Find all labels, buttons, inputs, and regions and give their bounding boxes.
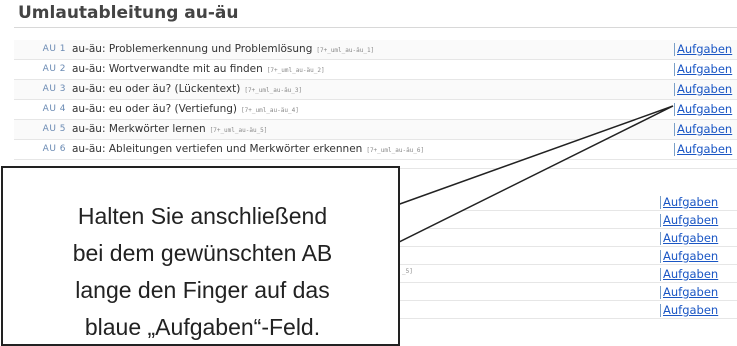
row-tag: [7+_uml_au-äu_4] [241,107,299,114]
table-row: AU 6 au-äu: Ableitungen vertiefen und Me… [14,140,737,160]
row-description: au-äu: eu oder äu? (Vertiefung) [7+_uml_a… [72,103,299,115]
table-row: Aufgaben [400,301,737,319]
row-code: AU 3 [42,84,66,94]
aufgaben-link[interactable]: Aufgaben [677,102,732,116]
aufgaben-link[interactable]: Aufgaben [677,82,732,96]
page-frame: Umlautableitung au-äu AU 1 au-äu: Proble… [0,0,737,346]
row-desc-text: au-äu: Problemerkennung und Problemlösun… [72,43,313,55]
row-description: au-äu: Ableitungen vertiefen und Merkwör… [72,143,424,155]
link-separator [660,286,661,299]
table-row: AU 4 au-äu: eu oder äu? (Vertiefung) [7+_… [14,100,737,120]
row-code: AU 6 [42,144,66,154]
row-description: au-äu: Problemerkennung und Problemlösun… [72,43,374,55]
row-desc-text: au-äu: eu oder äu? (Lückentext) [72,83,241,95]
table-row: Aufgaben [400,229,737,247]
link-separator [660,232,661,245]
instruction-callout: Halten Sie anschließend bei dem gewünsch… [1,166,400,346]
link-separator [674,123,675,136]
row-tag: [7+_uml_au-äu_3] [244,87,303,94]
row-code: AU 2 [42,64,66,74]
title-divider [14,27,737,28]
link-separator [660,214,661,227]
aufgaben-link[interactable]: Aufgaben [663,285,718,299]
row-tag: [7+_uml_au-äu_1] [316,47,375,54]
row-code: AU 4 [42,104,66,114]
callout-line: blaue „Aufgaben“-Feld. [84,314,321,340]
row-desc-text: au-äu: eu oder äu? (Vertiefung) [72,103,238,115]
table-row: Aufgaben [400,193,737,211]
link-separator [674,143,675,156]
link-separator [660,268,661,281]
aufgaben-link[interactable]: Aufgaben [663,195,718,209]
callout-text: Halten Sie anschließend bei dem gewünsch… [3,198,402,346]
link-separator [674,43,675,56]
row-code: AU 5 [42,124,66,134]
link-separator [674,103,675,116]
table-row: AU 1 au-äu: Problemerkennung und Problem… [14,40,737,60]
aufgaben-link[interactable]: Aufgaben [663,249,718,263]
table-row: AU 3 au-äu: eu oder äu? (Lückentext) [7+_… [14,80,737,100]
table-row: AU 2 au-äu: Wortverwandte mit au finden[… [14,60,737,80]
row-tag: [7+_uml_au-äu_6] [366,147,425,154]
table-row: Aufgaben [400,283,737,301]
table-row: AU 5 au-äu: Merkwörter lernen [7+_uml_au-… [14,120,737,140]
aufgaben-link[interactable]: Aufgaben [663,213,718,227]
link-separator [660,304,661,317]
row-description: au-äu: Merkwörter lernen [7+_uml_au-äu_5] [72,123,267,135]
row-tag: [7+_uml_au-äu_2] [266,67,325,74]
link-separator [674,83,675,96]
table-row: _5] Aufgaben [400,265,737,283]
aufgaben-link[interactable]: Aufgaben [663,231,718,245]
section-title: Umlautableitung au-äu [18,3,239,23]
row-tag-fragment: _5] [402,268,413,275]
aufgaben-link[interactable]: Aufgaben [677,142,732,156]
lower-worksheet-table: Aufgaben Aufgaben Aufgaben Aufgaben _5] … [400,193,737,319]
row-code: AU 1 [42,44,66,54]
callout-line: Halten Sie anschließend [77,203,328,229]
row-tag: [7+_uml_au-äu_5] [209,127,268,134]
aufgaben-link[interactable]: Aufgaben [663,267,718,281]
aufgaben-link[interactable]: Aufgaben [663,303,718,317]
callout-line: bei dem gewünschten AB [72,240,333,266]
row-description: au-äu: eu oder äu? (Lückentext) [7+_uml_a… [72,83,302,95]
link-separator [660,196,661,209]
row-desc-text: au-äu: Wortverwandte mit au finden [72,63,263,75]
aufgaben-link[interactable]: Aufgaben [677,42,732,56]
aufgaben-link[interactable]: Aufgaben [677,62,732,76]
worksheet-table: AU 1 au-äu: Problemerkennung und Problem… [14,40,737,160]
row-desc-text: au-äu: Merkwörter lernen [72,123,206,135]
link-separator [674,63,675,76]
aufgaben-link[interactable]: Aufgaben [677,122,732,136]
table-row: Aufgaben [400,211,737,229]
row-description: au-äu: Wortverwandte mit au finden [7+_um… [72,63,325,75]
table-row: Aufgaben [400,247,737,265]
row-desc-text: au-äu: Ableitungen vertiefen und Merkwör… [72,143,363,155]
callout-line: lange den Finger auf das [75,277,330,303]
link-separator [660,250,661,263]
